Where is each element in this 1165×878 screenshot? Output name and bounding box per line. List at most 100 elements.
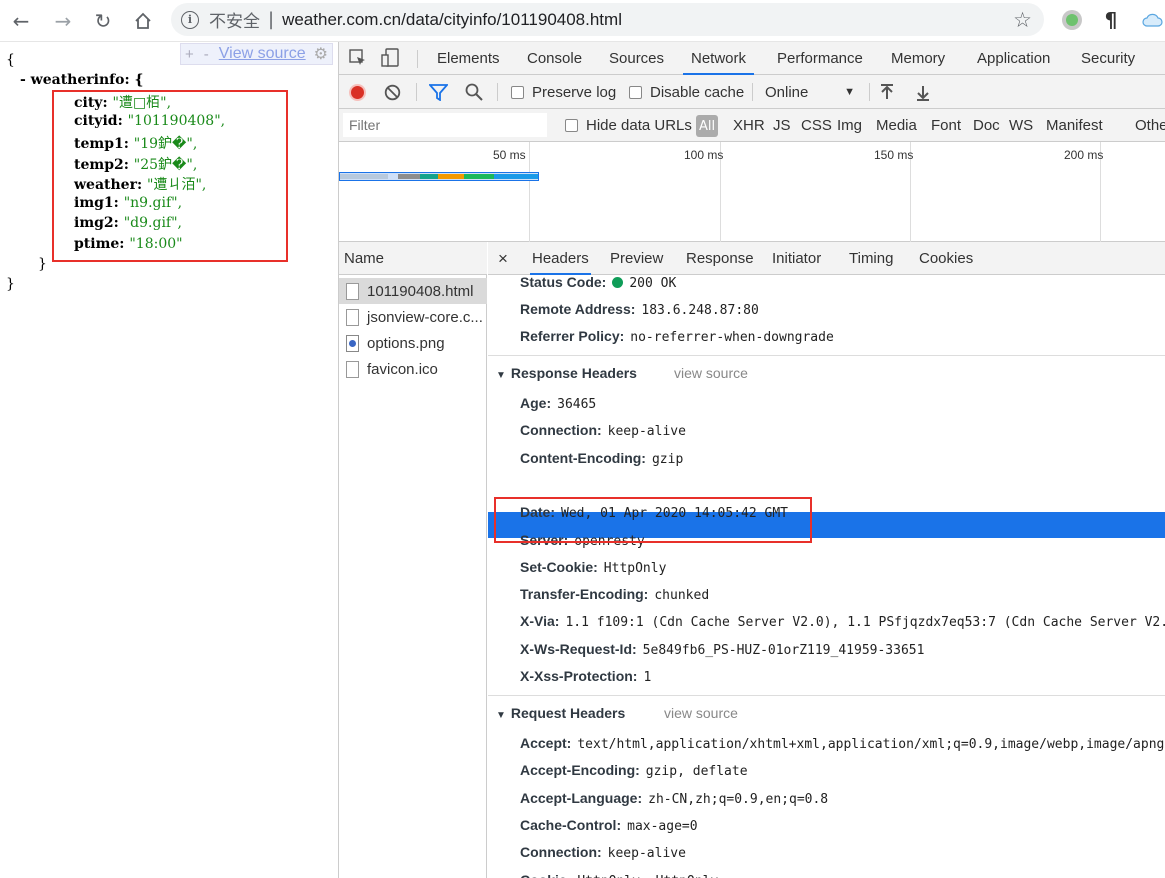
- toolbar-divider: [497, 83, 498, 101]
- header-line[interactable]: Connection: keep-alive: [520, 422, 686, 439]
- tab-console[interactable]: Console: [519, 42, 590, 75]
- search-icon[interactable]: [465, 75, 483, 109]
- tab-application[interactable]: Application: [969, 42, 1058, 75]
- json-inner-close: }: [38, 256, 47, 272]
- header-line[interactable]: Accept-Encoding: gzip, deflate: [520, 762, 748, 779]
- detail-tab-preview[interactable]: Preview: [608, 242, 665, 275]
- back-icon[interactable]: ←: [6, 6, 36, 36]
- reload-icon[interactable]: ↻: [88, 6, 118, 36]
- header-line[interactable]: Accept: text/html,application/xhtml+xml,a…: [520, 735, 1164, 752]
- network-toolbar: Preserve log Disable cache Online ▼: [339, 75, 1165, 109]
- extension-green-icon[interactable]: [1060, 8, 1084, 32]
- view-source-link[interactable]: View source: [219, 45, 306, 63]
- request-row[interactable]: favicon.ico: [339, 356, 487, 382]
- filter-type-css[interactable]: CSS: [801, 109, 832, 142]
- header-name: Status Code:: [520, 274, 607, 290]
- detail-tab-response[interactable]: Response: [684, 242, 756, 275]
- close-icon[interactable]: ×: [496, 242, 510, 275]
- filter-type-ws[interactable]: WS: [1009, 109, 1033, 142]
- header-line[interactable]: Status Code: 200 OK: [520, 274, 676, 291]
- filter-type-manifest[interactable]: Manifest: [1046, 109, 1103, 142]
- tab-elements[interactable]: Elements: [429, 42, 508, 75]
- tab-network[interactable]: Network: [683, 42, 755, 75]
- json-root-key[interactable]: - weatherinfo: {: [20, 72, 144, 88]
- settings-gear-icon[interactable]: ⚙: [314, 44, 328, 64]
- filter-type-media[interactable]: Media: [876, 109, 917, 142]
- filter-type-xhr[interactable]: XHR: [733, 109, 765, 142]
- chevron-down-icon: ▼: [844, 86, 855, 98]
- json-toolbar: + - View source ⚙: [180, 43, 333, 65]
- section-divider: [488, 695, 1165, 696]
- file-icon: [346, 282, 359, 300]
- inspect-element-icon[interactable]: [349, 49, 367, 70]
- filter-type-doc[interactable]: Doc: [973, 109, 1000, 142]
- url-text[interactable]: weather.com.cn/data/cityinfo/101190408.h…: [282, 10, 622, 30]
- section-divider: [488, 355, 1165, 356]
- header-line[interactable]: Connection: keep-alive: [520, 844, 686, 861]
- header-line[interactable]: Referrer Policy: no-referrer-when-downgra…: [520, 328, 834, 345]
- header-name: X-Via:: [520, 613, 560, 630]
- bookmark-star-icon[interactable]: ☆: [1013, 8, 1032, 32]
- expand-all-button[interactable]: +: [185, 46, 194, 63]
- view-source-link[interactable]: view source: [674, 365, 748, 381]
- tab-sources[interactable]: Sources: [601, 42, 672, 75]
- header-line[interactable]: X-Via: 1.1 f109:1 (Cdn Cache Server V2.0)…: [520, 613, 1165, 630]
- collapse-all-button[interactable]: -: [204, 46, 209, 63]
- name-column-header[interactable]: Name: [339, 242, 487, 275]
- filter-bar: Hide data URLs All XHRJS CSSImg Media Font D…: [339, 109, 1165, 142]
- header-line[interactable]: X-Ws-Request-Id: 5e849fb6_PS-HUZ-01orZ119…: [520, 641, 924, 658]
- header-line[interactable]: Cache-Control: max-age=0: [520, 817, 698, 834]
- header-line[interactable]: Content-Encoding: gzip: [520, 450, 683, 467]
- filter-input[interactable]: [343, 113, 547, 137]
- response-headers-toggle[interactable]: ▼ Response Headers: [496, 365, 637, 381]
- info-icon[interactable]: i: [181, 10, 199, 29]
- tab-performance[interactable]: Performance: [769, 42, 871, 75]
- filter-funnel-icon[interactable]: [429, 75, 448, 109]
- forward-icon[interactable]: →: [48, 6, 78, 36]
- detail-tab-cookies[interactable]: Cookies: [917, 242, 975, 275]
- header-line[interactable]: Cookie: HttpOnly; HttpOnly: [520, 872, 718, 878]
- header-line[interactable]: Accept-Language: zh-CN,zh;q=0.9,en;q=0.8: [520, 790, 828, 807]
- clear-icon[interactable]: [384, 75, 401, 109]
- filter-type-js[interactable]: JS: [773, 109, 791, 142]
- import-har-icon[interactable]: [879, 75, 895, 109]
- filter-type-all[interactable]: All: [696, 115, 718, 137]
- disable-cache-checkbox[interactable]: Disable cache: [629, 75, 744, 109]
- header-line[interactable]: Remote Address: 183.6.248.87:80: [520, 301, 759, 318]
- header-value: 36465: [557, 397, 597, 412]
- filter-type-img[interactable]: Img: [837, 109, 862, 142]
- header-line[interactable]: Content-Type: text/html: [520, 477, 690, 494]
- header-line[interactable]: Age: 36465: [520, 395, 596, 412]
- home-icon[interactable]: [128, 6, 158, 36]
- header-line[interactable]: Set-Cookie: HttpOnly: [520, 559, 666, 576]
- request-headers-toggle[interactable]: ▼ Request Headers: [496, 705, 625, 721]
- record-button[interactable]: [349, 75, 366, 109]
- toolbar-divider: [869, 83, 870, 101]
- header-line[interactable]: X-Xss-Protection: 1: [520, 668, 651, 685]
- request-row[interactable]: jsonview-core.c...: [339, 304, 487, 330]
- header-line[interactable]: Transfer-Encoding: chunked: [520, 586, 709, 603]
- device-toolbar-icon[interactable]: [381, 48, 401, 71]
- view-source-link[interactable]: view source: [664, 705, 738, 721]
- throttle-select[interactable]: Online ▼: [765, 75, 857, 109]
- request-detail-pane: × Headers Preview Response Initiator Timing C…: [488, 242, 1165, 878]
- filter-type-other[interactable]: Other: [1135, 109, 1165, 142]
- annotation-red-box: [494, 497, 812, 543]
- disable-cache-label: Disable cache: [650, 83, 745, 101]
- detail-tab-initiator[interactable]: Initiator: [770, 242, 823, 275]
- paragraph-extension-icon[interactable]: ¶: [1099, 8, 1123, 32]
- tab-memory[interactable]: Memory: [883, 42, 953, 75]
- detail-tab-headers[interactable]: Headers: [530, 242, 591, 275]
- tab-security[interactable]: Security: [1073, 42, 1143, 75]
- hide-data-urls-checkbox[interactable]: Hide data URLs: [565, 109, 692, 142]
- filter-type-font[interactable]: Font: [931, 109, 961, 142]
- cloud-extension-icon[interactable]: [1140, 8, 1164, 32]
- request-row[interactable]: options.png: [339, 330, 487, 356]
- preserve-log-checkbox[interactable]: Preserve log: [511, 75, 616, 109]
- request-name: jsonview-core.c...: [367, 308, 483, 326]
- address-bar[interactable]: i 不安全 | weather.com.cn/data/cityinfo/101…: [171, 3, 1044, 36]
- export-har-icon[interactable]: [915, 75, 931, 109]
- detail-tab-timing[interactable]: Timing: [847, 242, 895, 275]
- request-row[interactable]: 101190408.html: [339, 278, 487, 304]
- network-timeline[interactable]: 50 ms 100 ms 150 ms 200 ms: [339, 142, 1165, 242]
